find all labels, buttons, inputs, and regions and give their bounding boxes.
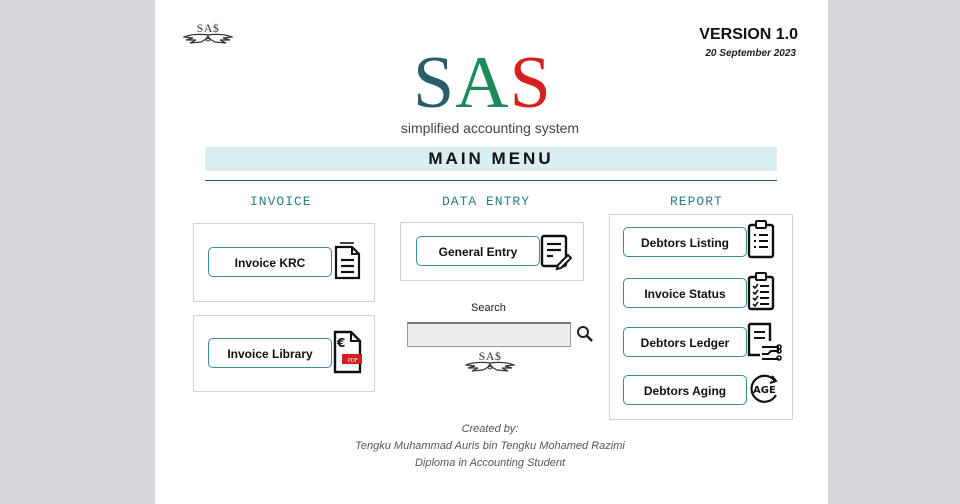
debtors-ledger-button[interactable]: Debtors Ledger [623,327,747,357]
logo-letter-s2: S [509,42,552,124]
section-title-report: REPORT [670,194,723,209]
main-menu-sheet: SA$ VERSION 1.0 20 September 2023 SAS si… [155,0,828,504]
main-menu-banner: MAIN MENU [205,147,777,171]
debtors-listing-button[interactable]: Debtors Listing [623,227,747,257]
general-entry-button[interactable]: General Entry [416,236,540,266]
main-menu-title: MAIN MENU [428,149,554,168]
svg-text:PDF: PDF [348,358,358,364]
debtors-aging-button[interactable]: Debtors Aging [623,375,747,405]
svg-text:€: € [336,336,345,350]
divider [205,180,777,181]
wings-icon [183,33,233,44]
invoice-status-button[interactable]: Invoice Status [623,278,747,308]
edit-document-icon[interactable] [539,233,573,271]
document-icon[interactable] [332,241,362,281]
ledger-icon[interactable] [746,321,782,361]
search-icon[interactable] [576,325,594,343]
version-label: VERSION 1.0 [699,26,798,43]
search-label: Search [471,302,506,314]
wings-icon [465,361,515,372]
logo-tagline: simplified accounting system [400,120,580,136]
sas-mini-logo: SA$ [183,21,233,51]
general-entry-panel: General Entry [400,222,584,281]
logo-letter-a: A [455,42,510,124]
clipboard-list-icon[interactable] [746,219,776,259]
credit-role: Diploma in Accounting Student [414,457,565,469]
section-title-invoice: INVOICE [250,194,312,209]
credit-author: Tengku Muhammad Auris bin Tengku Mohamed… [355,440,625,452]
credit-label: Created by: [461,423,519,435]
logo-letter-s1: S [413,42,456,124]
pdf-euro-icon[interactable]: € PDF [332,330,364,374]
report-panel: Debtors Listing Invoice Status Debtors L… [609,214,793,420]
sas-logo: SAS [413,46,552,120]
invoice-library-button[interactable]: Invoice Library [208,338,332,368]
invoice-krc-panel: Invoice KRC [193,223,375,302]
invoice-krc-button[interactable]: Invoice KRC [208,247,332,277]
sas-mini-logo-center: SA$ [465,349,515,379]
search-input[interactable] [407,322,571,347]
section-title-data-entry: DATA ENTRY [442,194,531,209]
age-icon[interactable]: AGE [748,371,780,407]
svg-text:AGE: AGE [753,385,776,396]
version-date: 20 September 2023 [705,48,796,59]
clipboard-check-icon[interactable] [746,271,776,311]
invoice-library-panel: Invoice Library € PDF [193,315,375,392]
